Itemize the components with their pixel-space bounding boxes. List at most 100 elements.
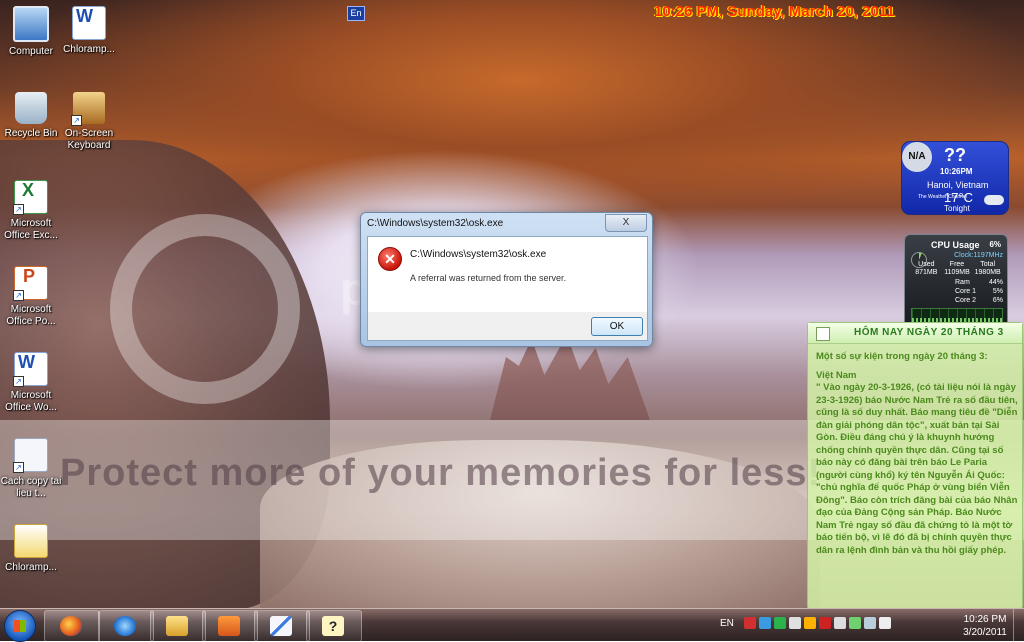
notes-heading: Việt Nam [816,369,857,381]
tray-clock[interactable]: 10:26 PM 3/20/2011 [960,613,1010,639]
desktop-icon-cach-copy[interactable]: ↗ Cach copy tai lieu t... [0,438,62,500]
word-document-icon [72,6,106,40]
tray-date-text: 3/20/2011 [963,627,1007,638]
notes-intro: Một số sự kiện trong ngày 20 tháng 3: [816,351,988,362]
weather-condition: ?? [944,145,966,165]
notes-text: " Vào ngày 20-3-1926, (có tài liệu nói l… [816,382,1018,556]
close-button[interactable]: X [605,214,647,232]
watermark-logo [110,214,300,404]
cpu-percent: 6% [989,240,1001,249]
watermark-tagline: Protect more of your memories for less! [60,452,822,494]
memory-value: 871MB [915,269,938,276]
memory-value: 1109MB [944,269,970,276]
desktop-icon-label: Chloramp... [63,44,115,55]
internet-explorer-icon [114,616,136,636]
core2-label: Core 2 [955,297,977,304]
taskbar-media-player[interactable] [202,610,258,642]
sync-icon[interactable] [774,617,786,629]
desktop-icon-osk[interactable]: ↗ On-Screen Keyboard [58,92,120,152]
taskbar-paint[interactable] [254,610,310,642]
core2-percent: 6% [992,297,1003,304]
document-icon: ↗ [13,438,48,473]
desktop-icon-computer[interactable]: Computer [0,6,62,58]
action-center-icon[interactable] [834,617,846,629]
ram-row: Ram 44% [955,279,1003,286]
taskbar-explorer[interactable] [150,610,206,642]
ok-button[interactable]: OK [591,317,643,336]
network-app-icon[interactable] [759,617,771,629]
tool-icon[interactable] [804,617,816,629]
taskbar-internet-explorer[interactable] [98,610,154,642]
desktop-icon-chloramp-pdf[interactable]: Chloramp... [0,524,62,574]
ram-percent: 44% [988,279,1003,286]
dialog-message: A referral was returned from the server. [410,273,567,283]
explorer-folder-icon [166,616,188,636]
desktop-icon-label: Chloramp... [5,562,57,573]
calendar-icon [816,327,830,341]
notes-body: Một số sự kiện trong ngày 20 tháng 3: Vi… [816,351,1018,563]
device-icon[interactable] [789,617,801,629]
dialog-path: C:\Windows\system32\osk.exe [410,249,547,260]
memory-header: Total [980,261,996,268]
desktop-background: photobucket Protect more of your memorie… [0,0,1024,608]
taskbar-help[interactable]: ? [306,610,362,642]
ram-label: Ram [955,279,970,286]
notes-header: HÔM NAY NGÀY 20 THÁNG 3 [808,323,1022,344]
weather-badge: N/A [902,142,932,172]
taskbar: ? EN 10:26 PM 3/20/2011 [0,608,1024,642]
weather-city: Hanoi, Vietnam [927,180,989,190]
memory-values: 871MB 1109MB 1980MB [911,269,1003,276]
weather-temperature: 17°C [944,190,974,205]
desktop-clock-text: 10:26 PM, Sunday, March 20, 2011 [654,3,895,20]
weather-gadget[interactable]: N/A ?? 10:26PM Hanoi, Vietnam The Weathe… [901,141,1009,215]
excel-icon: ↗ [13,180,48,215]
dialog-body: ✕ C:\Windows\system32\osk.exe A referral… [367,236,648,313]
desktop-icon-label: Cach copy tai lieu t... [0,476,62,499]
desktop-icon-excel[interactable]: ↗ Microsoft Office Exc... [0,180,62,242]
core1-label: Core 1 [955,288,977,295]
desktop-icon-word[interactable]: ↗ Microsoft Office Wo... [0,352,62,414]
pdf-icon [14,524,48,558]
desktop-icon-label: Microsoft Office Po... [6,304,56,327]
powerpoint-icon: ↗ [13,266,48,301]
word-icon: ↗ [13,352,48,387]
computer-icon [13,6,49,42]
flag-icon[interactable] [819,617,831,629]
core1-row: Core 1 5% [955,288,1003,295]
memory-header: Used [918,261,935,268]
desktop-icon-recycle-bin[interactable]: Recycle Bin [0,92,62,140]
desktop-icon-chloramp-doc[interactable]: Chloramp... [58,6,120,56]
desktop-icon-label: Microsoft Office Wo... [5,390,57,413]
help-icon: ? [322,616,344,636]
desktop-icon-label: Recycle Bin [4,128,58,139]
dialog-footer: OK [367,312,648,341]
volume-icon[interactable] [879,617,891,629]
daily-events-gadget[interactable]: HÔM NAY NGÀY 20 THÁNG 3 Một số sự kiện t… [807,322,1023,608]
start-button[interactable] [4,610,36,642]
core2-row: Core 2 6% [955,297,1003,304]
memory-header: Free [949,261,965,268]
cpu-title: CPU Usage [931,240,980,250]
error-dialog: C:\Windows\system32\osk.exe X ✕ C:\Windo… [360,212,653,347]
error-icon: ✕ [378,247,402,271]
memory-headers: Used Free Total [911,261,1003,268]
language-indicator[interactable]: En [347,6,365,21]
paint-icon [270,616,292,636]
network-icon[interactable] [864,617,876,629]
firefox-icon [60,616,82,636]
keyboard-icon: ↗ [71,92,105,126]
tray-language[interactable]: EN [720,618,734,629]
cpu-usage-gadget[interactable]: CPU Usage 6% Clock:1197MHz Used Free Tot… [904,234,1008,332]
recycle-bin-icon [15,92,47,124]
desktop-icon-label: Computer [9,46,53,57]
notification-area [744,617,891,629]
show-desktop-button[interactable] [1013,609,1024,641]
dialog-title: C:\Windows\system32\osk.exe [367,218,504,229]
memory-value: 1980MB [974,269,1001,276]
desktop-icon-powerpoint[interactable]: ↗ Microsoft Office Po... [0,266,62,328]
core1-percent: 5% [992,288,1003,295]
antivirus-icon[interactable] [744,617,756,629]
taskbar-firefox[interactable] [44,610,100,642]
battery-icon[interactable] [849,617,861,629]
weather-time: 10:26PM [940,167,973,176]
